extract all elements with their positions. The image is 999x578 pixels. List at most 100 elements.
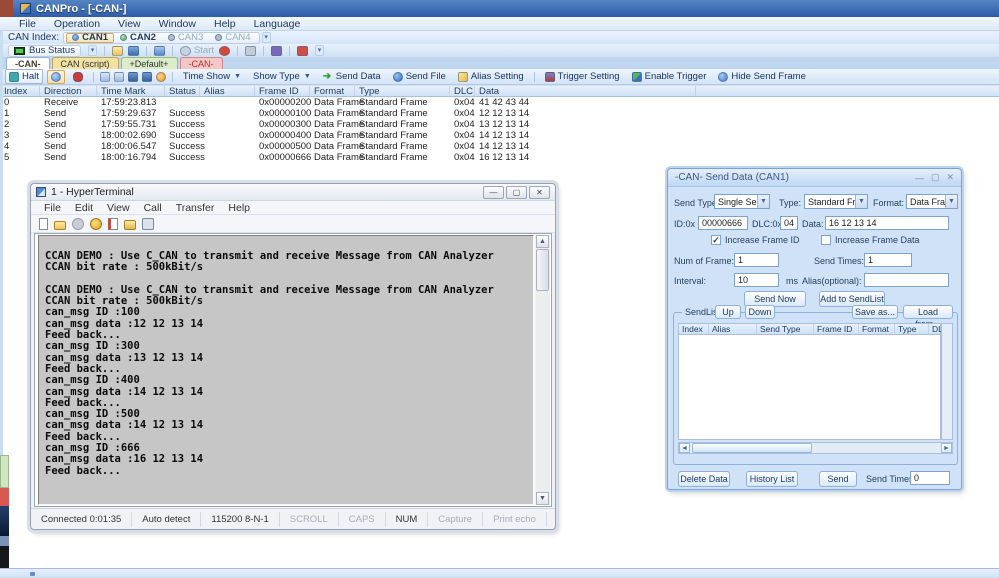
settings-wrench-icon[interactable] [245, 45, 257, 56]
table-row[interactable]: 3 Send 18:00:02.690 Success 0x00000400 Data F… [0, 130, 999, 141]
can-channel-can1[interactable]: CAN1 [66, 32, 115, 43]
pointer-icon[interactable] [297, 45, 309, 56]
tab-0[interactable]: -CAN- [6, 57, 50, 69]
can-channel-can4[interactable]: CAN4 [209, 32, 256, 43]
bus-overflow-button[interactable]: ▾ [87, 45, 97, 56]
scroll-right-arrow[interactable]: ► [941, 443, 952, 453]
minimize-button[interactable]: — [483, 185, 504, 199]
save-data-icon[interactable] [127, 71, 138, 82]
num-of-frame-input[interactable]: 1 [734, 253, 779, 267]
copy-icon[interactable] [99, 71, 110, 82]
column-header-direction[interactable]: Direction [40, 86, 97, 96]
left-edge-sliver-steel[interactable] [0, 536, 9, 546]
left-edge-sliver-green[interactable] [0, 455, 9, 488]
bottom-send-times-input[interactable]: 0 [910, 471, 950, 485]
left-edge-sliver-black[interactable] [0, 546, 9, 568]
data-input[interactable]: 16 12 13 14 [825, 216, 949, 230]
tab-3[interactable]: -CAN- [179, 57, 223, 69]
receive-file-icon[interactable] [124, 219, 136, 230]
maximize-button[interactable]: ▢ [506, 185, 527, 199]
start-icon[interactable] [179, 45, 191, 56]
send-times-input[interactable]: 1 [864, 253, 912, 267]
column-header-time-mark[interactable]: Time Mark [97, 86, 165, 96]
canpro-titlebar[interactable]: CANPro - [-CAN-] [0, 0, 999, 17]
enable-trigger-button[interactable]: Enable Trigger [628, 69, 711, 84]
halt-button[interactable]: Halt [5, 69, 43, 84]
menu-item-window[interactable]: Window [150, 18, 205, 30]
menu-item-help[interactable]: Help [205, 18, 245, 30]
bus-overflow-button-2[interactable]: ▾ [315, 45, 325, 56]
stop-icon[interactable] [219, 45, 231, 56]
minimize-button[interactable]: — [915, 173, 924, 183]
close-button[interactable]: ✕ [946, 172, 954, 183]
tab-1[interactable]: CAN (script) [51, 57, 119, 69]
save-all-icon[interactable] [141, 71, 152, 82]
send-file-button[interactable]: Send File [389, 69, 450, 84]
shield-icon[interactable] [271, 45, 283, 56]
bus-status-button[interactable]: Bus Status [8, 44, 81, 57]
tab-2[interactable]: +Default+ [120, 57, 178, 69]
time-show-dropdown[interactable]: Time Show ▼ [179, 69, 245, 84]
tag-icon[interactable] [153, 45, 165, 56]
send-dialog-titlebar[interactable]: -CAN- Send Data (CAN1) — ▢ ✕ [668, 169, 961, 187]
save-file-icon[interactable] [127, 45, 139, 56]
sendlist-column-send-type[interactable]: Send Type [757, 324, 814, 334]
alias-input[interactable] [864, 273, 949, 287]
copy-all-icon[interactable] [113, 71, 124, 82]
format-select[interactable]: Data Frame ▼ [906, 194, 958, 209]
can-channel-can3[interactable]: CAN3 [162, 32, 209, 43]
dlc-input[interactable]: 04 [780, 216, 798, 230]
table-row[interactable]: 5 Send 18:00:16.794 Success 0x00000666 Data F… [0, 152, 999, 163]
sendlist-horizontal-scrollbar[interactable]: ◄ ► [678, 442, 953, 454]
table-row[interactable]: 4 Send 18:00:06.547 Success 0x00000500 Data F… [0, 141, 999, 152]
table-row[interactable]: 0 Receive 17:59:23.813 0x00000200 Data Frame… [0, 97, 999, 108]
call-icon[interactable] [90, 217, 102, 230]
send-type-select[interactable]: Single Send ▼ [714, 194, 770, 209]
ht-menu-item-help[interactable]: Help [221, 202, 257, 214]
hide-send-frame-button[interactable]: Hide Send Frame [714, 69, 809, 84]
menu-item-view[interactable]: View [109, 18, 150, 30]
column-header-type[interactable]: Type [355, 86, 450, 96]
alias-setting-button[interactable]: Alias Setting [454, 69, 528, 84]
column-header-index[interactable]: Index [0, 86, 40, 96]
toolbar-overflow-button[interactable]: ▾ [261, 32, 271, 43]
ht-menu-item-edit[interactable]: Edit [68, 202, 100, 214]
new-connection-icon[interactable] [39, 217, 48, 230]
column-header-status[interactable]: Status [165, 86, 200, 96]
ht-menu-item-file[interactable]: File [37, 202, 68, 214]
send-data-button[interactable]: ➔ Send Data [319, 69, 385, 84]
can-channel-can2[interactable]: CAN2 [114, 32, 162, 43]
scroll-left-arrow[interactable]: ◄ [679, 443, 690, 453]
ht-menu-item-transfer[interactable]: Transfer [169, 202, 222, 214]
send-button[interactable]: Send [819, 471, 857, 487]
save-as-button[interactable]: Save as... [852, 305, 898, 319]
clock-icon[interactable] [155, 71, 166, 82]
ht-menu-item-call[interactable]: Call [137, 202, 169, 214]
left-edge-sliver-navy[interactable] [0, 506, 9, 536]
scroll-down-arrow[interactable]: ▼ [536, 492, 549, 505]
menu-item-language[interactable]: Language [245, 18, 310, 30]
increase-frame-data-checkbox[interactable]: Increase Frame Data [821, 235, 920, 245]
terminal-screen[interactable]: CCAN DEMO : Use C_CAN to transmit and re… [38, 235, 534, 505]
column-header-format[interactable]: Format [310, 86, 355, 96]
increase-frame-id-checkbox[interactable]: ✓ Increase Frame ID [711, 235, 800, 245]
sendlist-column-index[interactable]: Index [679, 324, 709, 334]
show-type-dropdown[interactable]: Show Type ▼ [249, 69, 315, 84]
menu-item-operation[interactable]: Operation [45, 18, 109, 30]
clear-button[interactable] [46, 69, 65, 84]
ht-menu-item-view[interactable]: View [100, 202, 137, 214]
properties-icon[interactable] [142, 217, 154, 230]
id-input[interactable]: 00000666 [698, 216, 748, 230]
disconnect-phone-icon[interactable] [72, 217, 84, 230]
trigger-setting-button[interactable]: Trigger Setting [541, 69, 624, 84]
terminal-scrollbar[interactable]: ▲ ▼ [535, 235, 550, 505]
load-from-button[interactable]: Load from... [903, 305, 953, 329]
taskbar-edge[interactable] [0, 568, 999, 578]
column-header-data[interactable]: Data [475, 86, 696, 96]
hyperterminal-titlebar[interactable]: 1 - HyperTerminal — ▢ ✕ [31, 184, 555, 201]
column-header-alias[interactable]: Alias [200, 86, 255, 96]
scroll-thumb[interactable] [692, 443, 812, 453]
delete-data-button[interactable]: Delete Data [678, 471, 730, 487]
close-button[interactable]: ✕ [529, 185, 550, 199]
down-button[interactable]: Down [745, 305, 775, 319]
